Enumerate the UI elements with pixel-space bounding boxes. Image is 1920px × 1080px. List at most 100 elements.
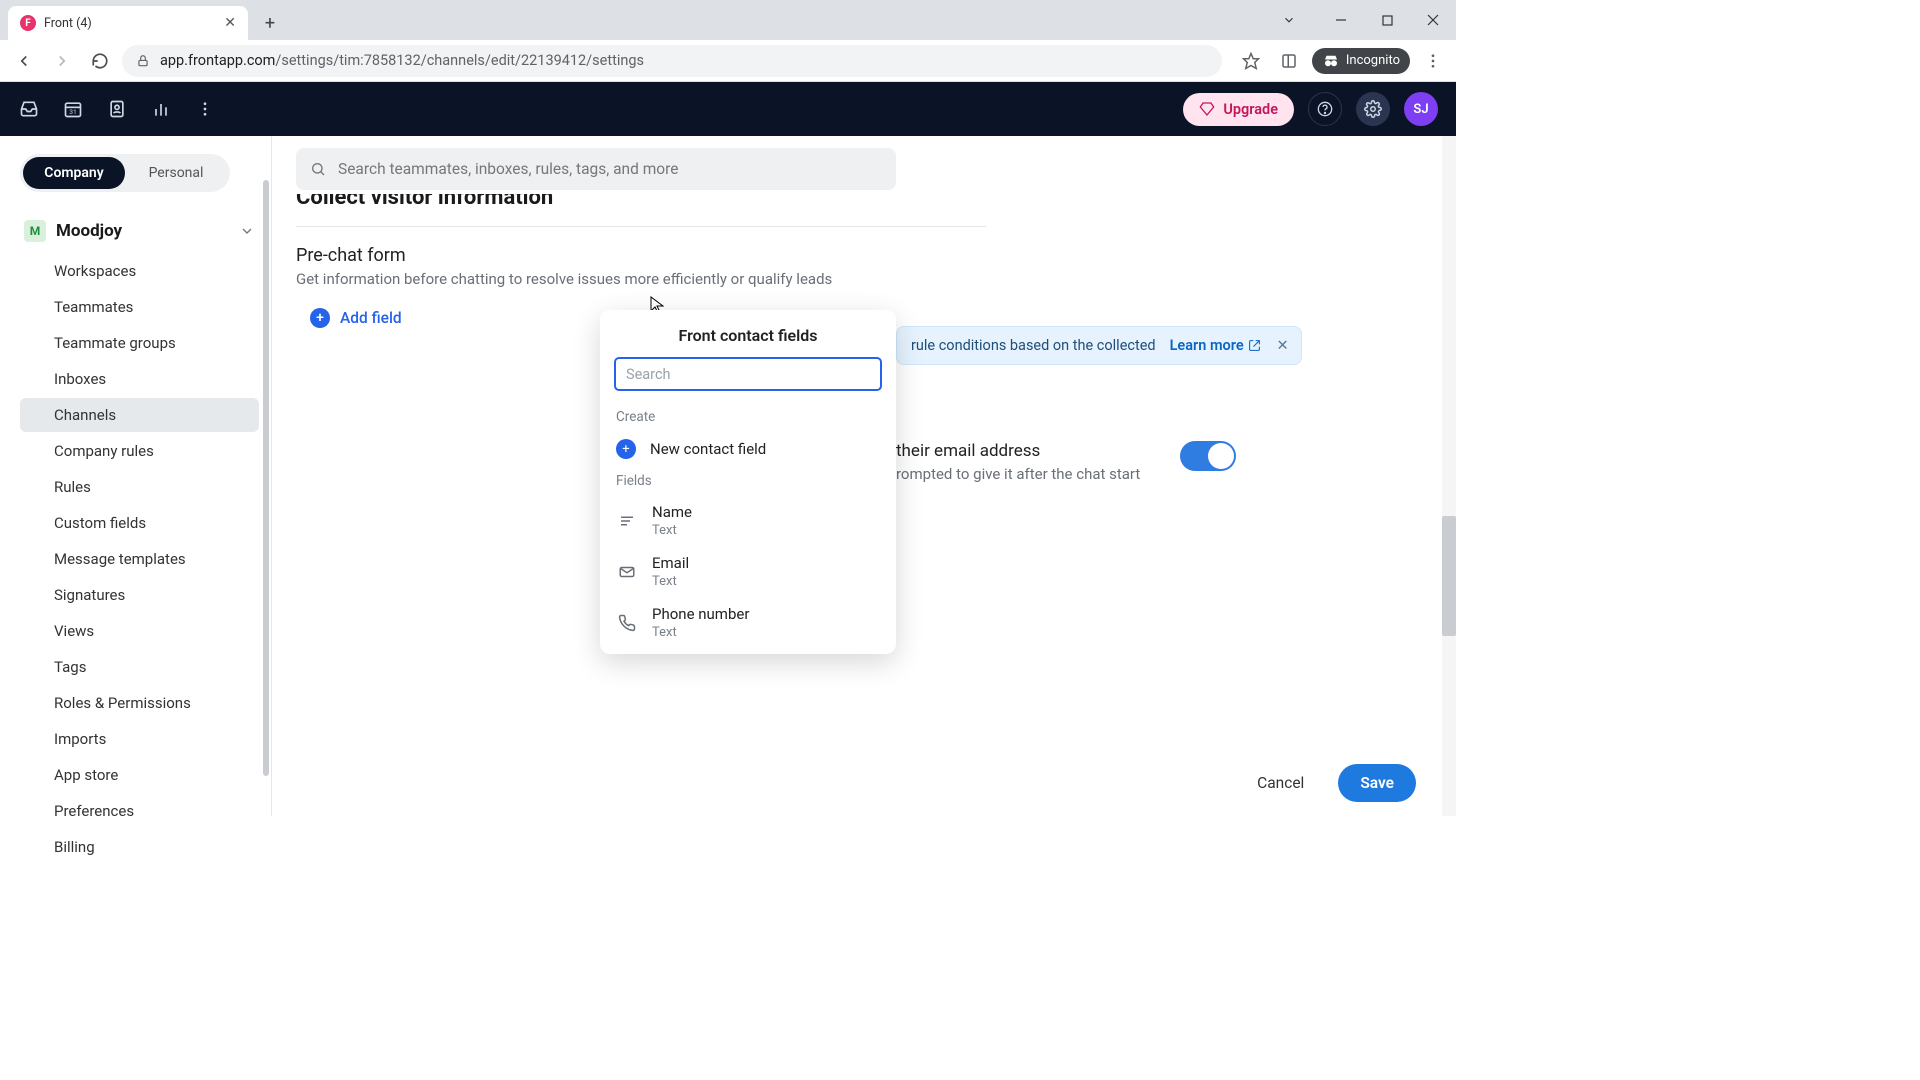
url-domain: app.frontapp.com xyxy=(160,52,275,69)
field-item-phone[interactable]: Phone number Text xyxy=(600,597,896,648)
prechat-desc: Get information before chatting to resol… xyxy=(296,270,1432,288)
search-placeholder: Search teammates, inboxes, rules, tags, … xyxy=(338,160,678,178)
browser-menu-icon[interactable] xyxy=(1418,46,1448,76)
inbox-icon[interactable] xyxy=(18,98,40,120)
browser-forward-button[interactable] xyxy=(46,45,78,77)
tab-favicon: F xyxy=(20,15,36,31)
upgrade-button[interactable]: Upgrade xyxy=(1183,93,1294,126)
field-type: Text xyxy=(652,574,689,589)
main-scrollbar-track[interactable] xyxy=(1442,136,1456,816)
tab-close-icon[interactable]: ✕ xyxy=(224,15,236,31)
help-icon[interactable] xyxy=(1308,92,1342,126)
settings-icon[interactable] xyxy=(1356,92,1390,126)
popover-title: Front contact fields xyxy=(600,326,896,345)
add-field-label: Add field xyxy=(340,309,402,327)
sidebar-item-roles-permissions[interactable]: Roles & Permissions xyxy=(20,686,259,720)
sidebar-scrollbar[interactable] xyxy=(263,180,269,776)
window-minimize-icon[interactable] xyxy=(1318,0,1364,40)
sidebar-item-signatures[interactable]: Signatures xyxy=(20,578,259,612)
save-button[interactable]: Save xyxy=(1338,764,1416,802)
bookmark-icon[interactable] xyxy=(1236,46,1266,76)
incognito-chip[interactable]: Incognito xyxy=(1312,48,1410,74)
tab-title: Front (4) xyxy=(44,16,92,31)
url-path: /settings/tim:7858132/channels/edit/2213… xyxy=(275,52,644,69)
learn-more-link[interactable]: Learn more xyxy=(1170,337,1261,354)
sidebar-item-billing[interactable]: Billing xyxy=(20,830,259,864)
sidebar-item-preferences[interactable]: Preferences xyxy=(20,794,259,828)
email-toggle[interactable] xyxy=(1180,441,1236,471)
sidebar-item-teammate-groups[interactable]: Teammate groups xyxy=(20,326,259,360)
sidebar-item-rules[interactable]: Rules xyxy=(20,470,259,504)
contact-fields-popover: Front contact fields Create + New contac… xyxy=(600,310,896,654)
divider xyxy=(296,226,986,227)
user-avatar[interactable]: SJ xyxy=(1404,92,1438,126)
text-icon xyxy=(616,510,638,532)
sidebar-item-company-rules[interactable]: Company rules xyxy=(20,434,259,468)
scope-personal-button[interactable]: Personal xyxy=(125,157,227,189)
section-title: Collect visitor information xyxy=(296,194,1432,208)
sidebar-item-workspaces[interactable]: Workspaces xyxy=(20,254,259,288)
browser-tab[interactable]: F Front (4) ✕ xyxy=(8,6,248,40)
new-tab-button[interactable]: + xyxy=(256,9,284,37)
incognito-icon xyxy=(1322,52,1340,70)
sidebar-item-tags[interactable]: Tags xyxy=(20,650,259,684)
plus-circle-icon: + xyxy=(310,308,330,328)
sidebar-item-channels[interactable]: Channels xyxy=(20,398,259,432)
new-contact-field-item[interactable]: + New contact field xyxy=(600,431,896,467)
window-maximize-icon[interactable] xyxy=(1364,0,1410,40)
mail-icon xyxy=(616,561,638,583)
popover-create-label: Create xyxy=(600,403,896,431)
banner-text: rule conditions based on the collected xyxy=(911,337,1156,354)
sidebar-item-inboxes[interactable]: Inboxes xyxy=(20,362,259,396)
lock-icon xyxy=(136,54,150,68)
browser-back-button[interactable] xyxy=(8,45,40,77)
plus-circle-icon: + xyxy=(616,439,636,459)
field-type: Text xyxy=(652,523,692,538)
analytics-icon[interactable] xyxy=(150,98,172,120)
chevron-down-icon xyxy=(239,223,255,239)
more-icon[interactable] xyxy=(194,98,216,120)
phone-icon xyxy=(616,612,638,634)
field-name: Phone number xyxy=(652,605,749,623)
browser-url-field[interactable]: app.frontapp.com/settings/tim:7858132/ch… xyxy=(122,45,1222,77)
sidebar-item-app-store[interactable]: App store xyxy=(20,758,259,792)
field-name: Name xyxy=(652,503,692,521)
svg-text:31: 31 xyxy=(69,108,76,116)
sidebar-item-imports[interactable]: Imports xyxy=(20,722,259,756)
toggle-desc: rompted to give it after the chat start xyxy=(896,465,1140,483)
sidebar-item-teammates[interactable]: Teammates xyxy=(20,290,259,324)
field-item-email[interactable]: Email Text xyxy=(600,546,896,597)
workspace-badge: M xyxy=(24,220,46,242)
browser-address-bar: app.frontapp.com/settings/tim:7858132/ch… xyxy=(0,40,1456,82)
popover-fields-label: Fields xyxy=(600,467,896,495)
contacts-icon[interactable] xyxy=(106,98,128,120)
tabs-dropdown-icon[interactable] xyxy=(1266,0,1312,40)
extensions-icon[interactable] xyxy=(1274,46,1304,76)
browser-reload-button[interactable] xyxy=(84,45,116,77)
settings-sidebar: Company Personal M Moodjoy Workspaces Te… xyxy=(0,136,272,816)
window-controls xyxy=(1266,0,1456,40)
field-item-name[interactable]: Name Text xyxy=(600,495,896,546)
cancel-button[interactable]: Cancel xyxy=(1239,764,1322,802)
incognito-label: Incognito xyxy=(1346,53,1400,68)
info-banner: rule conditions based on the collected L… xyxy=(896,326,1302,365)
browser-tab-strip: F Front (4) ✕ + xyxy=(0,0,1456,40)
window-close-icon[interactable] xyxy=(1410,0,1456,40)
main-content: Search teammates, inboxes, rules, tags, … xyxy=(272,136,1456,816)
field-type: Text xyxy=(652,625,749,640)
app-header: 31 Upgrade SJ xyxy=(0,82,1456,136)
popover-search-input[interactable] xyxy=(614,357,882,391)
sidebar-item-message-templates[interactable]: Message templates xyxy=(20,542,259,576)
calendar-icon[interactable]: 31 xyxy=(62,98,84,120)
sidebar-item-views[interactable]: Views xyxy=(20,614,259,648)
banner-close-icon[interactable]: ✕ xyxy=(1276,337,1288,354)
main-scrollbar-thumb[interactable] xyxy=(1442,516,1456,636)
global-search-input[interactable]: Search teammates, inboxes, rules, tags, … xyxy=(296,148,896,190)
footer-actions: Cancel Save xyxy=(1239,764,1416,802)
toggle-title: their email address xyxy=(896,441,1140,461)
sidebar-item-custom-fields[interactable]: Custom fields xyxy=(20,506,259,540)
scope-company-button[interactable]: Company xyxy=(23,157,125,189)
field-name: Email xyxy=(652,554,689,572)
diamond-icon xyxy=(1199,101,1215,117)
workspace-header[interactable]: M Moodjoy xyxy=(20,214,259,248)
